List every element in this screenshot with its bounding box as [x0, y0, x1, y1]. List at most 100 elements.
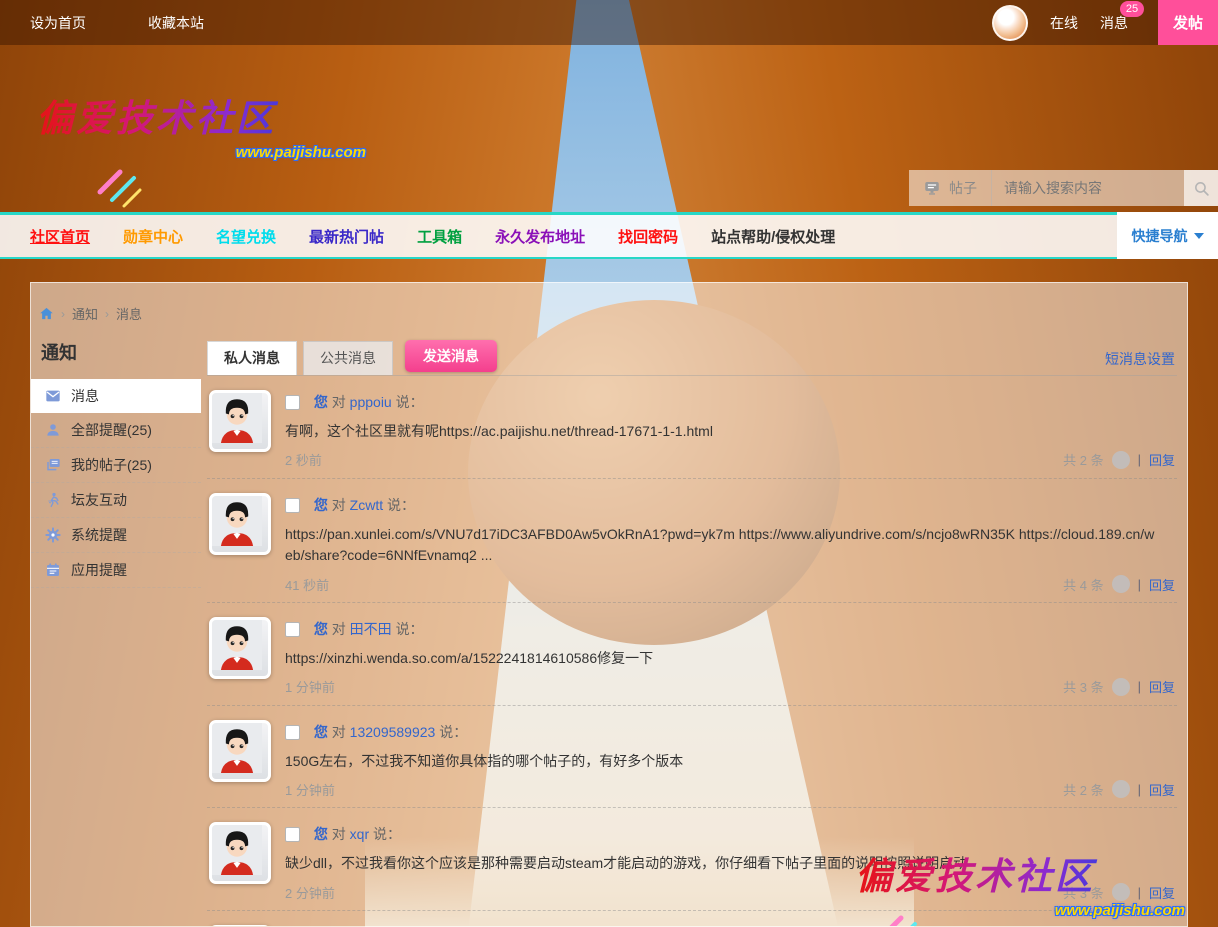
nav-item[interactable]: 最新热门帖: [309, 226, 384, 247]
messages-count-badge: 25: [1120, 1, 1144, 17]
breadcrumb-separator: ›: [105, 307, 109, 321]
message-target-link[interactable]: 13209589923: [350, 724, 436, 740]
message-target-link[interactable]: Zcwtt: [350, 497, 383, 513]
message-content: https://xinzhi.wenda.so.com/a/1522241814…: [285, 648, 1175, 670]
messages-link[interactable]: 消息 25: [1100, 13, 1128, 33]
message-connector: 对: [332, 497, 346, 513]
message-title: 您 对 xqr 说：: [285, 824, 1175, 844]
messages-tab[interactable]: 私人消息: [207, 341, 297, 375]
quick-nav-label: 快捷导航: [1132, 226, 1188, 246]
message-checkbox[interactable]: [285, 622, 300, 637]
boy-avatar-icon: [212, 620, 262, 670]
sidebar-item[interactable]: 消息: [31, 379, 201, 413]
search-category-button[interactable]: 帖子: [909, 170, 992, 206]
messages-tabbar: 私人消息 公共消息 发送消息: [207, 341, 1177, 376]
sender-avatar[interactable]: [209, 493, 271, 555]
sender-avatar[interactable]: [209, 617, 271, 679]
messages-main: 短消息设置 私人消息 公共消息 发送消息: [207, 341, 1177, 926]
reply-link[interactable]: 回复: [1149, 780, 1175, 799]
message-list: 您 对 pppoiu 说： 有啊，这个社区里就有呢https://ac.paij…: [207, 376, 1177, 927]
online-status-link[interactable]: 在线: [1050, 13, 1078, 33]
new-post-button[interactable]: 发帖: [1158, 0, 1218, 45]
sidebar-item-icon: [45, 527, 61, 543]
message-footer: 41 秒前 共 4 条 | 回复: [285, 574, 1175, 594]
message-target-link[interactable]: 田不田: [350, 621, 392, 637]
message-suffix: 说：: [439, 724, 467, 740]
message-checkbox[interactable]: [285, 498, 300, 513]
meta-separator: |: [1138, 679, 1141, 694]
sidebar-item[interactable]: 坛友互动: [31, 483, 201, 518]
top-bar-right: 在线 消息 25 发帖: [992, 0, 1218, 45]
sidebar-item[interactable]: 应用提醒: [31, 553, 201, 588]
sidebar-item[interactable]: 我的帖子(25): [31, 448, 201, 483]
reply-link[interactable]: 回复: [1149, 677, 1175, 696]
message-time: 1 分钟前: [285, 780, 335, 799]
meta-separator: |: [1138, 577, 1141, 592]
breadcrumb-notifications[interactable]: 通知: [72, 304, 98, 323]
message-content: 150G左右，不过我不知道你具体指的哪个帖子的，有好多个版本: [285, 751, 1175, 773]
sidebar-item-icon: [45, 562, 61, 578]
participant-avatar[interactable]: [1112, 575, 1130, 593]
set-home-link[interactable]: 设为首页: [30, 13, 86, 33]
site-logo[interactable]: 偏爱技术社区 www.paijishu.com: [36, 88, 366, 161]
message-body: 您 对 Zcwtt 说： https://pan.xunlei.com/s/VN…: [285, 493, 1175, 594]
message-target-link[interactable]: xqr: [350, 826, 369, 842]
bookmark-site-link[interactable]: 收藏本站: [148, 13, 204, 33]
participant-avatar[interactable]: [1112, 678, 1130, 696]
sender-avatar[interactable]: [209, 720, 271, 782]
messages-tab[interactable]: 公共消息: [303, 341, 393, 375]
search-submit-button[interactable]: [1184, 170, 1218, 206]
sidebar-item[interactable]: 系统提醒: [31, 518, 201, 553]
watermark-logo-title: 偏爱技术社区: [855, 846, 1185, 900]
breadcrumb-messages[interactable]: 消息: [116, 304, 142, 323]
nav-item[interactable]: 勋章中心: [123, 226, 183, 247]
nav-item[interactable]: 工具箱: [417, 226, 462, 247]
sidebar-item-label: 系统提醒: [71, 525, 127, 545]
search-category-label: 帖子: [949, 178, 977, 198]
sidebar-item-label: 全部提醒(25): [71, 420, 152, 440]
message-checkbox[interactable]: [285, 827, 300, 842]
message-title: 您 对 13209589923 说：: [285, 722, 1175, 742]
nav-item[interactable]: 找回密码: [618, 226, 678, 247]
meta-separator: |: [1138, 782, 1141, 797]
home-icon[interactable]: [39, 306, 54, 321]
message-meta: 共 2 条 | 回复: [1063, 780, 1175, 799]
sidebar-item-label: 应用提醒: [71, 560, 127, 580]
user-avatar[interactable]: [992, 5, 1028, 41]
message-target-link[interactable]: pppoiu: [350, 394, 392, 410]
message-footer: 1 分钟前 共 3 条 | 回复: [285, 677, 1175, 697]
logo-streaks-decoration: [94, 166, 154, 210]
breadcrumb: › 通知 › 消息: [39, 304, 142, 323]
posts-icon: [923, 179, 941, 197]
reply-link[interactable]: 回复: [1149, 450, 1175, 469]
sender-avatar[interactable]: [209, 822, 271, 884]
message-connector: 对: [332, 621, 346, 637]
watermark-streaks-decoration: [875, 912, 935, 927]
participant-avatar[interactable]: [1112, 780, 1130, 798]
message-actor-link[interactable]: 您: [314, 394, 328, 410]
message-connector: 对: [332, 394, 346, 410]
magnifier-icon: [1193, 180, 1210, 197]
nav-item[interactable]: 名望兑换: [216, 226, 276, 247]
participant-avatar[interactable]: [1112, 451, 1130, 469]
send-message-button[interactable]: 发送消息: [405, 340, 497, 372]
message-actor-link[interactable]: 您: [314, 497, 328, 513]
quick-nav-button[interactable]: 快捷导航: [1117, 212, 1218, 259]
sms-settings-link[interactable]: 短消息设置: [1105, 349, 1175, 369]
message-content: 有啊，这个社区里就有呢https://ac.paijishu.net/threa…: [285, 421, 1175, 443]
search-input[interactable]: [992, 170, 1184, 206]
message-actor-link[interactable]: 您: [314, 724, 328, 740]
nav-item[interactable]: 永久发布地址: [495, 226, 585, 247]
nav-item[interactable]: 社区首页: [30, 226, 90, 247]
message-checkbox[interactable]: [285, 395, 300, 410]
sidebar-item-icon: [45, 457, 61, 473]
message-checkbox[interactable]: [285, 725, 300, 740]
reply-link[interactable]: 回复: [1149, 575, 1175, 594]
message-actor-link[interactable]: 您: [314, 826, 328, 842]
sender-avatar[interactable]: [209, 390, 271, 452]
message-actor-link[interactable]: 您: [314, 621, 328, 637]
message-suffix: 说：: [373, 826, 401, 842]
sidebar-item[interactable]: 全部提醒(25): [31, 413, 201, 448]
content-panel: › 通知 › 消息 通知 消息 全部提醒(25) 我的帖子(25) 坛友互动: [30, 282, 1188, 927]
nav-item[interactable]: 站点帮助/侵权处理: [711, 226, 835, 247]
